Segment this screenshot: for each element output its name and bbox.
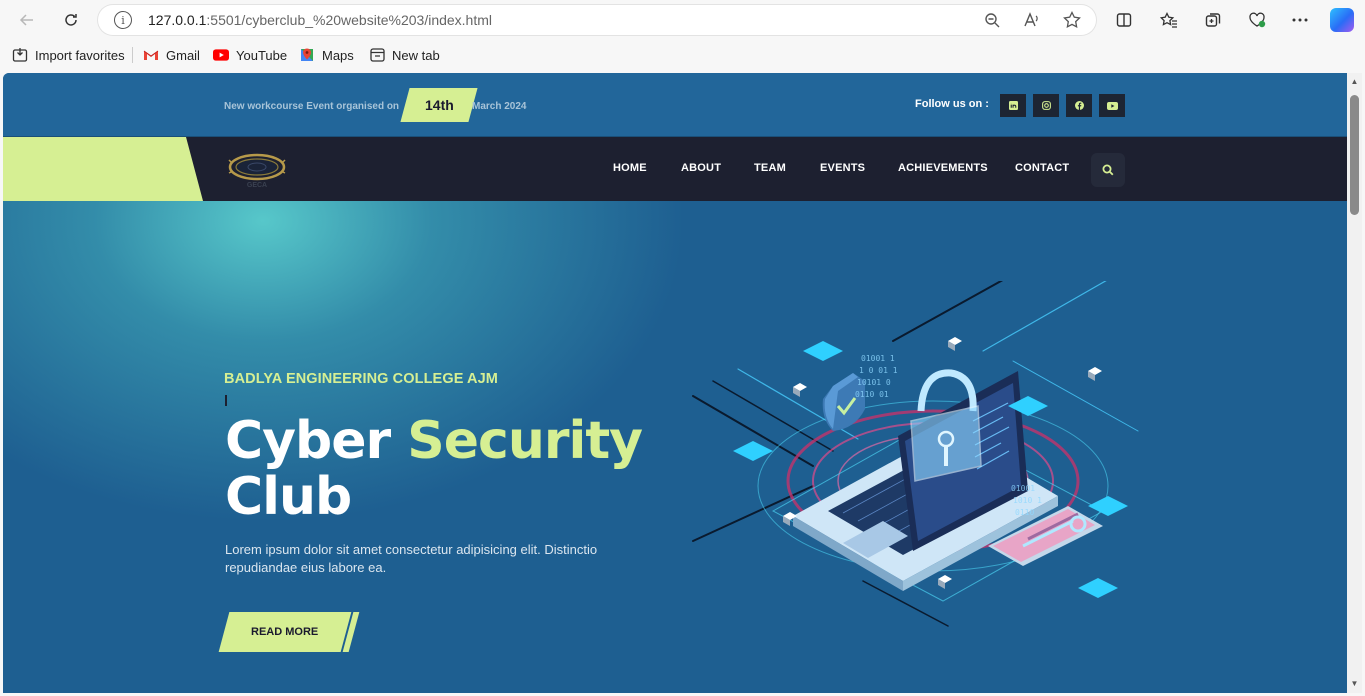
main-navbar: GECA HOME ABOUT TEAM EVENTS ACHIEVEMENTS… [3,137,1347,201]
bookmark-import-favorites[interactable]: Import favorites [12,46,125,64]
vertical-scrollbar[interactable]: ▲ ▼ [1347,73,1362,693]
title-accent: Security [407,411,643,471]
new-tab-icon [369,47,385,63]
svg-text:10101 0: 10101 0 [857,378,891,387]
title-white: Cyber [225,411,408,471]
bookmark-gmail[interactable]: Gmail [143,46,200,64]
svg-text:01001 1: 01001 1 [861,354,895,363]
bookmark-new-tab[interactable]: New tab [369,46,440,64]
nav-contact[interactable]: CONTACT [1015,162,1069,174]
top-info-bar: New workcourse Event organised on 14th M… [3,73,1347,137]
gmail-icon [143,47,159,63]
scroll-down-arrow-icon[interactable]: ▼ [1350,679,1359,688]
hero-description: Lorem ipsum dolor sit amet consectetur a… [225,542,598,575]
hero-section: BADLYA ENGINEERING COLLEGE AJM Cyber Sec… [3,201,1347,693]
bookmark-youtube[interactable]: YouTube [213,46,287,64]
facebook-icon[interactable] [1066,94,1092,117]
event-day: 14th [424,97,454,113]
bookmark-separator [132,47,133,63]
nav-home[interactable]: HOME [613,162,647,174]
linkedin-icon[interactable] [1000,94,1026,117]
nav-team[interactable]: TEAM [754,162,786,174]
url-text[interactable]: 127.0.0.1:5501/cyberclub_%20website%203/… [148,12,492,28]
maps-icon [299,47,315,63]
collections-icon[interactable] [1201,8,1225,32]
svg-text:0110: 0110 [1015,508,1034,517]
favorite-star-icon[interactable] [1062,10,1082,30]
youtube-social-icon[interactable] [1099,94,1125,117]
import-icon [12,47,28,63]
address-bar[interactable]: i 127.0.0.1:5501/cyberclub_%20website%20… [98,5,1096,35]
nav-events[interactable]: EVENTS [820,162,865,174]
back-button[interactable] [13,6,41,34]
nav-accent-shape [3,137,203,201]
refresh-icon [65,14,77,26]
nav-achievements[interactable]: ACHIEVEMENTS [898,162,988,174]
back-arrow-icon [19,14,33,26]
youtube-icon [213,47,229,63]
follow-label: Follow us on : [915,98,989,110]
refresh-button[interactable] [57,6,85,34]
svg-text:1 0 01 1: 1 0 01 1 [859,366,898,375]
scroll-thumb[interactable] [1350,95,1359,215]
event-month-text: March 2024 [472,101,527,112]
page-viewport: New workcourse Event organised on 14th M… [3,73,1347,693]
hero-title: Cyber Security Club [225,411,643,527]
favorites-icon[interactable] [1157,8,1181,32]
browser-essentials-icon[interactable] [1245,8,1269,32]
typing-caret [225,395,227,406]
title-line-2: Club [225,467,352,527]
svg-text:GECA: GECA [247,182,267,189]
cyber-security-illustration: 01001 1 1 0 01 1 10101 0 0110 01 01001 1010 … [692,281,1139,627]
copilot-icon[interactable] [1330,8,1354,32]
zoom-out-icon[interactable] [982,10,1002,30]
instagram-icon[interactable] [1033,94,1059,117]
read-more-label: READ MORE [251,626,319,638]
svg-text:1010 1: 1010 1 [1013,496,1042,505]
svg-text:0110 01: 0110 01 [855,390,889,399]
split-screen-icon[interactable] [1112,8,1136,32]
search-icon [1102,164,1114,176]
svg-text:01001: 01001 [1011,484,1035,493]
read-aloud-icon[interactable] [1022,10,1042,30]
scroll-up-arrow-icon[interactable]: ▲ [1350,77,1359,86]
site-info-icon[interactable]: i [114,11,132,29]
college-name: BADLYA ENGINEERING COLLEGE AJM [224,371,498,387]
bookmarks-bar: Import favorites Gmail YouTube Maps New … [0,40,1365,70]
club-logo[interactable]: GECA [225,149,289,189]
browser-toolbar: i 127.0.0.1:5501/cyberclub_%20website%20… [0,0,1365,40]
search-button[interactable] [1091,153,1125,187]
nav-about[interactable]: ABOUT [681,162,721,174]
bookmark-maps[interactable]: Maps [299,46,354,64]
read-more-button[interactable]: READ MORE [218,612,352,652]
more-menu-icon[interactable] [1288,8,1312,32]
event-prefix-text: New workcourse Event organised on [224,101,400,112]
event-date-badge: 14th [400,88,478,122]
